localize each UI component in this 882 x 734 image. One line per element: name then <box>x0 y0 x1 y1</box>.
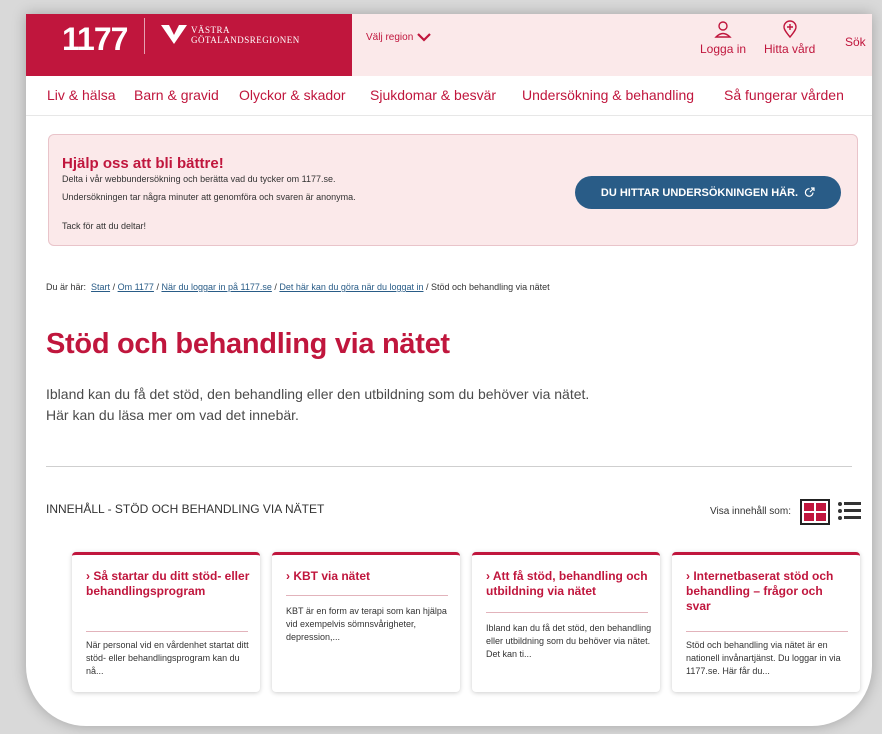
vgr-line-2: GÖTALANDSREGIONEN <box>191 35 300 45</box>
survey-text-1: Delta i vår webbundersökning och berätta… <box>62 174 336 184</box>
survey-text-3: Tack för att du deltar! <box>62 221 147 231</box>
view-mode-label: Visa innehåll som: <box>710 506 791 517</box>
brand-block: 1177 VÄSTRA GÖTALANDSREGIONEN <box>26 14 352 76</box>
browser-page: 1177 VÄSTRA GÖTALANDSREGIONEN Välj regio… <box>26 14 872 726</box>
breadcrumb-link-om-1177[interactable]: Om 1177 <box>118 282 154 292</box>
content-card-start-program[interactable]: › Så startar du ditt stöd- eller behandl… <box>72 552 260 692</box>
card-title: › KBT via nätet <box>286 569 371 583</box>
breadcrumb-link-logga-in[interactable]: När du loggar in på 1177.se <box>161 282 271 292</box>
find-care-button[interactable]: Hitta vård <box>764 20 815 56</box>
nav-item-sa-fungerar-varden[interactable]: Så fungerar vården <box>724 87 844 103</box>
vgr-line-1: VÄSTRA <box>191 25 231 35</box>
external-link-icon <box>804 187 815 197</box>
nav-item-liv-halsa[interactable]: Liv & hälsa <box>47 87 115 103</box>
login-label: Logga in <box>700 42 747 56</box>
nav-item-olyckor-skador[interactable]: Olyckor & skador <box>239 87 346 103</box>
grid-view-icon[interactable] <box>800 499 830 525</box>
login-button[interactable]: Logga in <box>700 20 746 56</box>
card-text: Ibland kan du få det stöd, den behandlin… <box>486 623 652 659</box>
find-care-label: Hitta vård <box>764 42 816 56</box>
survey-banner: Hjälp oss att bli bättre! Delta i vår we… <box>48 134 858 246</box>
vgr-logo-icon <box>161 25 187 44</box>
logo-1177[interactable]: 1177 <box>62 21 128 58</box>
region-label: Välj region <box>366 32 414 43</box>
main-navigation: Liv & hälsa Barn & gravid Olyckor & skad… <box>26 76 872 116</box>
page-title: Stöd och behandling via nätet <box>46 328 450 360</box>
breadcrumb-link-inloggad[interactable]: Det här kan du göra när du loggat in <box>279 282 423 292</box>
divider <box>46 466 852 467</box>
user-icon <box>714 21 732 38</box>
card-title: › Att få stöd, behandling och utbildning… <box>486 569 648 598</box>
breadcrumb-link-start[interactable]: Start <box>91 282 110 292</box>
content-card-kbt[interactable]: › KBT via nätet KBT är en form av terapi… <box>272 552 460 692</box>
location-pin-icon <box>782 20 797 39</box>
survey-button-label: DU HITTAR UNDERSÖKNINGEN HÄR. <box>600 186 799 199</box>
breadcrumb-prefix: Du är här: <box>46 282 87 292</box>
card-divider <box>686 631 848 632</box>
breadcrumb: Du är här: Start / Om 1177 / När du logg… <box>46 282 550 292</box>
search-button[interactable]: Sök <box>845 35 866 49</box>
card-divider <box>286 595 448 596</box>
survey-text-2: Undersökningen tar några minuter att gen… <box>62 192 356 202</box>
card-text: När personal vid en vårdenhet startat di… <box>86 640 249 676</box>
card-divider <box>86 631 248 632</box>
card-title: › Så startar du ditt stöd- eller behandl… <box>86 569 250 598</box>
content-card-fragor-svar[interactable]: › Internetbaserat stöd och behandling – … <box>672 552 860 692</box>
search-label: Sök <box>845 35 866 49</box>
region-selector[interactable]: Välj region <box>366 32 432 43</box>
toc-heading: INNEHÅLL - STÖD OCH BEHANDLING VIA NÄTET <box>46 502 325 516</box>
nav-item-undersokning-behandling[interactable]: Undersökning & behandling <box>522 87 694 103</box>
survey-button[interactable]: DU HITTAR UNDERSÖKNINGEN HÄR. <box>575 176 841 209</box>
page-intro: Ibland kan du få det stöd, den behandlin… <box>46 386 590 423</box>
card-text: KBT är en form av terapi som kan hjälpa … <box>286 606 447 642</box>
nav-item-sjukdomar-besvar[interactable]: Sjukdomar & besvär <box>370 87 496 103</box>
content-card-stod-behandling[interactable]: › Att få stöd, behandling och utbildning… <box>472 552 660 692</box>
nav-item-barn-gravid[interactable]: Barn & gravid <box>134 87 219 103</box>
top-bar: 1177 VÄSTRA GÖTALANDSREGIONEN Välj regio… <box>26 14 872 76</box>
card-divider <box>486 612 648 613</box>
breadcrumb-current: Stöd och behandling via nätet <box>431 282 550 292</box>
chevron-down-icon <box>417 33 432 42</box>
logo-divider <box>144 18 145 54</box>
survey-title: Hjälp oss att bli bättre! <box>62 155 224 172</box>
card-title: › Internetbaserat stöd och behandling – … <box>686 569 834 613</box>
vgr-logo-text: VÄSTRA GÖTALANDSREGIONEN <box>191 25 300 45</box>
card-text: Stöd och behandling via nätet är en nati… <box>686 640 841 676</box>
list-view-icon[interactable] <box>838 500 862 521</box>
